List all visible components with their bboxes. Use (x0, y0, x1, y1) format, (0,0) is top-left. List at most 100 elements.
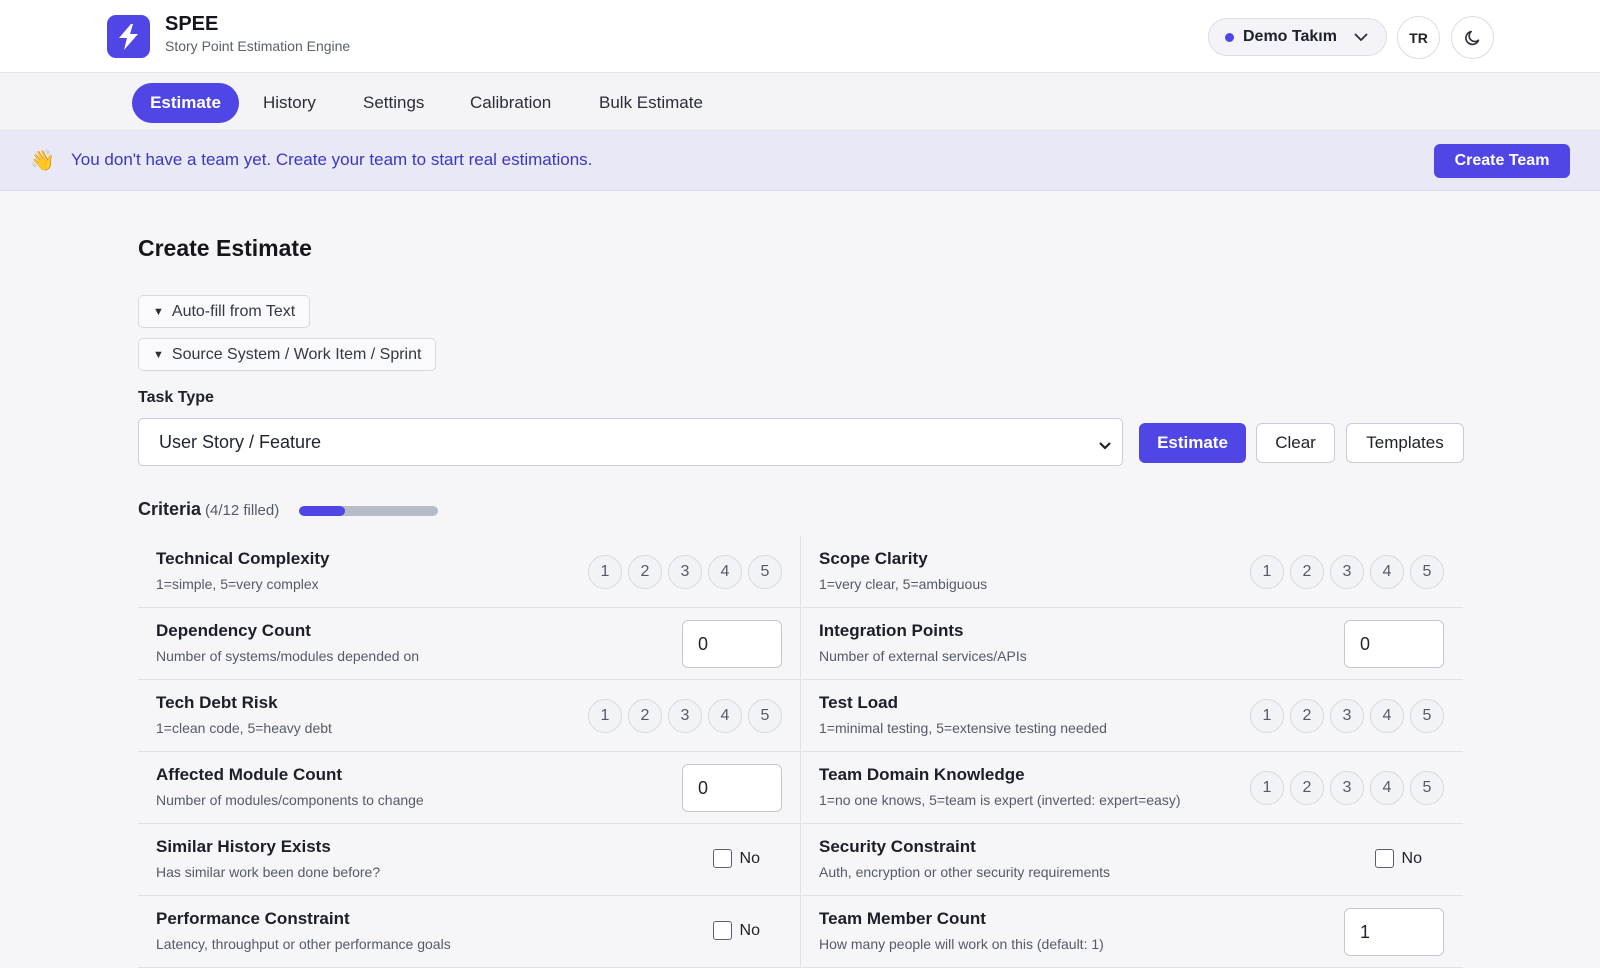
criterion-description: Number of systems/modules depended on (156, 648, 420, 664)
criterion-scope-clarity: Scope Clarity 1=very clear, 5=ambiguous 1 2… (800, 536, 1462, 608)
rating-option-1[interactable]: 1 (588, 555, 622, 589)
estimate-button[interactable]: Estimate (1139, 423, 1246, 463)
tab-settings[interactable]: Settings (363, 83, 424, 123)
criterion-title: Security Constraint (819, 837, 976, 856)
rating-option-3[interactable]: 3 (1330, 699, 1364, 733)
theme-toggle-button[interactable] (1451, 16, 1494, 59)
rating-option-5[interactable]: 5 (748, 699, 782, 733)
criterion-description: 1=simple, 5=very complex (156, 576, 319, 592)
rating-scale: 12345 (1250, 699, 1444, 733)
yes-no-toggle[interactable]: No (712, 921, 760, 940)
checkbox[interactable] (712, 921, 732, 940)
rating-option-3[interactable]: 3 (668, 699, 702, 733)
rating-option-2[interactable]: 2 (1290, 555, 1324, 589)
yes-no-toggle[interactable]: No (712, 849, 760, 868)
criterion-description: Number of modules/components to change (156, 792, 424, 808)
criterion-tech-debt-risk: Tech Debt Risk 1=clean code, 5=heavy debt… (138, 680, 800, 752)
source-label: Source System / Work Item / Sprint (171, 345, 422, 363)
number-input[interactable]: 0 (1344, 620, 1444, 668)
rating-option-4[interactable]: 4 (1370, 771, 1404, 805)
disclosure-triangle-icon: ▼ (153, 305, 164, 318)
criterion-performance-constraint: Performance Constraint Latency, throughpu… (138, 896, 800, 968)
criterion-description: 1=minimal testing, 5=extensive testing n… (819, 720, 1107, 736)
criterion-title: Similar History Exists (156, 837, 331, 856)
tab-history[interactable]: History (263, 83, 316, 123)
checkbox-label: No (739, 921, 760, 939)
autofill-label: Auto-fill from Text (171, 302, 296, 320)
rating-option-2[interactable]: 2 (1290, 771, 1324, 805)
rating-option-4[interactable]: 4 (1370, 555, 1404, 589)
criteria-title: Criteria (138, 499, 202, 519)
rating-option-5[interactable]: 5 (748, 555, 782, 589)
rating-option-3[interactable]: 3 (1330, 555, 1364, 589)
rating-option-1[interactable]: 1 (588, 699, 622, 733)
rating-option-3[interactable]: 3 (668, 555, 702, 589)
checkbox-label: No (1401, 849, 1422, 867)
criterion-similar-history-exists: Similar History Exists Has similar work b… (138, 824, 800, 896)
waving-hand-icon: 👋 (30, 150, 55, 172)
checkbox-label: No (739, 849, 760, 867)
app-logo[interactable] (107, 15, 150, 58)
rating-option-2[interactable]: 2 (1290, 699, 1324, 733)
tab-calibration[interactable]: Calibration (470, 83, 551, 123)
rating-option-5[interactable]: 5 (1410, 555, 1444, 589)
number-input[interactable]: 1 (1344, 908, 1444, 956)
criterion-test-load: Test Load 1=minimal testing, 5=extensive … (800, 680, 1462, 752)
criterion-title: Integration Points (819, 621, 964, 640)
criterion-description: Has similar work been done before? (156, 864, 381, 880)
criterion-title: Performance Constraint (156, 909, 350, 928)
rating-option-5[interactable]: 5 (1410, 699, 1444, 733)
criteria-row: Affected Module Count Number of modules/c… (138, 752, 1463, 824)
number-input[interactable]: 0 (682, 620, 782, 668)
banner-message: You don't have a team yet. Create your t… (71, 150, 593, 169)
disclosure-triangle-icon: ▼ (153, 348, 164, 361)
number-input[interactable]: 0 (682, 764, 782, 812)
criterion-title: Dependency Count (156, 621, 311, 640)
task-type-select[interactable]: User Story / Feature (138, 418, 1123, 466)
language-button[interactable]: TR (1397, 16, 1440, 59)
criterion-description: Auth, encryption or other security requi… (819, 864, 1111, 880)
rating-option-2[interactable]: 2 (628, 555, 662, 589)
main-tabs: Estimate History Settings Calibration Bu… (0, 74, 1600, 131)
criterion-description: 1=very clear, 5=ambiguous (819, 576, 988, 592)
team-selector[interactable]: Demo Takım (1208, 18, 1387, 56)
tab-bulk-estimate[interactable]: Bulk Estimate (599, 83, 703, 123)
rating-scale: 12345 (588, 555, 782, 589)
rating-option-1[interactable]: 1 (1250, 699, 1284, 733)
rating-option-1[interactable]: 1 (1250, 555, 1284, 589)
task-type-value: User Story / Feature (159, 431, 322, 452)
criterion-description: 1=clean code, 5=heavy debt (156, 720, 332, 736)
checkbox[interactable] (1374, 849, 1394, 868)
clear-button[interactable]: Clear (1256, 423, 1335, 463)
rating-option-4[interactable]: 4 (1370, 699, 1404, 733)
criterion-affected-module-count: Affected Module Count Number of modules/c… (138, 752, 800, 824)
chevron-down-icon (1354, 32, 1368, 42)
criteria-row: Similar History Exists Has similar work b… (138, 824, 1463, 896)
rating-scale: 12345 (1250, 771, 1444, 805)
rating-option-1[interactable]: 1 (1250, 771, 1284, 805)
chevron-down-icon (1098, 435, 1112, 456)
rating-option-2[interactable]: 2 (628, 699, 662, 733)
task-type-label: Task Type (138, 389, 214, 406)
criterion-title: Tech Debt Risk (156, 693, 278, 712)
page-title: Create Estimate (138, 235, 312, 261)
criterion-description: How many people will work on this (defau… (819, 936, 1104, 952)
autofill-disclosure[interactable]: ▼ Auto-fill from Text (138, 295, 311, 328)
rating-option-4[interactable]: 4 (708, 555, 742, 589)
criterion-team-member-count: Team Member Count How many people will wo… (800, 896, 1462, 968)
rating-option-5[interactable]: 5 (1410, 771, 1444, 805)
criterion-title: Technical Complexity (156, 549, 330, 568)
source-disclosure[interactable]: ▼ Source System / Work Item / Sprint (138, 338, 437, 371)
checkbox[interactable] (712, 849, 732, 868)
tab-estimate[interactable]: Estimate (132, 83, 239, 123)
templates-button[interactable]: Templates (1346, 423, 1464, 463)
criterion-team-domain-knowledge: Team Domain Knowledge 1=no one knows, 5=t… (800, 752, 1462, 824)
rating-option-3[interactable]: 3 (1330, 771, 1364, 805)
team-status-dot (1225, 32, 1234, 42)
create-team-button[interactable]: Create Team (1434, 144, 1570, 178)
criterion-description: Number of external services/APIs (819, 648, 1027, 664)
criterion-dependency-count: Dependency Count Number of systems/module… (138, 608, 800, 680)
criterion-description: 1=no one knows, 5=team is expert (invert… (819, 792, 1181, 808)
rating-option-4[interactable]: 4 (708, 699, 742, 733)
yes-no-toggle[interactable]: No (1374, 849, 1422, 868)
